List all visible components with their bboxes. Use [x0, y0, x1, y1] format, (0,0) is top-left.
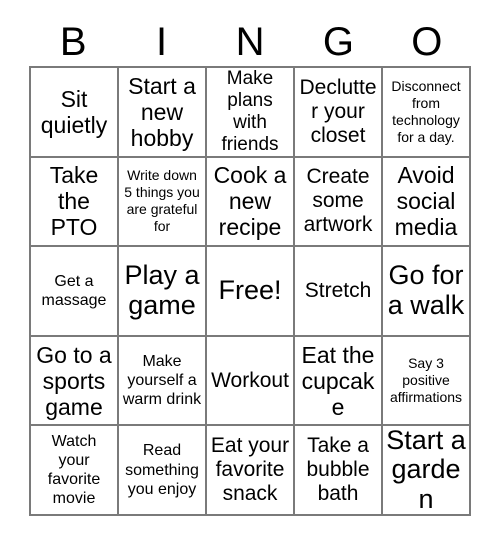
header-letter-o: O — [411, 20, 443, 64]
bingo-cell[interactable]: Avoid social media — [383, 157, 471, 248]
bingo-cell-label: Make plans with friends — [221, 68, 279, 155]
bingo-cell[interactable]: Watch your favorite movie — [31, 426, 119, 516]
bingo-cell[interactable]: Declutter your closet — [295, 68, 383, 158]
bingo-cell[interactable]: Take the PTO — [31, 157, 119, 248]
bingo-cell-label: Eat your favorite snack — [210, 433, 290, 506]
bingo-cell-free[interactable]: Free! — [207, 247, 295, 337]
bingo-cell-label: Get a massage — [41, 272, 107, 309]
header-letter-g: G — [322, 20, 354, 64]
bingo-cell-label: Stretch — [304, 278, 372, 302]
bingo-cell-label: Cook a new recipe — [213, 162, 287, 241]
bingo-cell-label: Go for a walk — [387, 260, 465, 320]
bingo-cell[interactable]: Read something you enjoy — [119, 426, 207, 516]
bingo-card: B I N G O Sit quietly Start a new hobby Ma… — [0, 0, 500, 544]
bingo-cell[interactable]: Make plans with friends — [207, 68, 295, 158]
bingo-cell[interactable]: Take a bubble bath — [295, 426, 383, 516]
bingo-cell-label: Eat the cupcake — [301, 341, 375, 420]
bingo-cell[interactable]: Make yourself a warm drink — [119, 336, 207, 427]
header-letter-i: I — [156, 20, 168, 64]
bingo-cell[interactable]: Go to a sports game — [31, 336, 119, 427]
bingo-cell-label: Write down 5 things you are grateful for — [124, 167, 200, 235]
bingo-cell[interactable]: Say 3 positive affirmations — [383, 336, 471, 427]
bingo-cell-label: Go to a sports game — [36, 341, 112, 420]
header-letter-n: N — [235, 20, 265, 64]
bingo-cell[interactable]: Get a massage — [31, 247, 119, 337]
bingo-cell[interactable]: Play a game — [119, 247, 207, 337]
bingo-cell-label: Create some artwork — [303, 165, 373, 237]
bingo-cell[interactable]: Workout — [207, 336, 295, 427]
bingo-cell[interactable]: Cook a new recipe — [207, 157, 295, 248]
bingo-cell-label: Take a bubble bath — [306, 433, 370, 506]
bingo-cell[interactable]: Disconnect from technology for a day. — [383, 68, 471, 158]
bingo-cell[interactable]: Eat the cupcake — [295, 336, 383, 427]
bingo-cell-label: Start a garden — [386, 426, 466, 515]
bingo-cell-label: Disconnect from technology for a day. — [391, 77, 461, 145]
bingo-cell-label: Avoid social media — [394, 162, 458, 241]
bingo-cell-label: Start a new hobby — [128, 72, 196, 151]
bingo-cell-label: Free! — [218, 275, 282, 306]
bingo-cell[interactable]: Sit quietly — [31, 68, 119, 158]
bingo-cell-label: Watch your favorite movie — [47, 432, 101, 508]
bingo-cell-label: Workout — [211, 368, 289, 392]
bingo-cell-label: Take the PTO — [49, 162, 99, 241]
bingo-cell[interactable]: Write down 5 things you are grateful for — [119, 157, 207, 248]
bingo-cell-label: Say 3 positive affirmations — [389, 354, 463, 406]
bingo-cell[interactable]: Stretch — [295, 247, 383, 337]
bingo-cell[interactable]: Eat your favorite snack — [207, 426, 295, 516]
bingo-cell-label: Sit quietly — [40, 85, 108, 138]
bingo-cell[interactable]: Go for a walk — [383, 247, 471, 337]
bingo-cell[interactable]: Create some artwork — [295, 157, 383, 248]
bingo-cell-label: Declutter your closet — [299, 75, 377, 147]
bingo-cell-label: Make yourself a warm drink — [122, 352, 202, 409]
header-letter-b: B — [59, 20, 87, 64]
bingo-header: B I N G O — [29, 18, 471, 66]
bingo-cell-label: Play a game — [124, 260, 200, 320]
bingo-cell[interactable]: Start a garden — [383, 426, 471, 516]
bingo-cell[interactable]: Start a new hobby — [119, 68, 207, 158]
bingo-grid: Sit quietly Start a new hobby Make plans w… — [29, 66, 471, 516]
bingo-cell-label: Read something you enjoy — [125, 442, 199, 498]
